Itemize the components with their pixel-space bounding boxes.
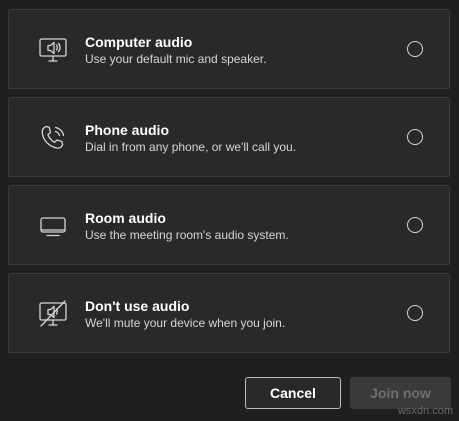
option-description: Use your default mic and speaker.	[85, 52, 267, 66]
option-description: Dial in from any phone, or we'll call yo…	[85, 140, 297, 154]
radio-phone-audio[interactable]	[407, 129, 423, 145]
cancel-button[interactable]: Cancel	[245, 377, 341, 409]
computer-speaker-icon	[37, 34, 69, 66]
option-description: Use the meeting room's audio system.	[85, 228, 289, 242]
no-audio-icon	[37, 298, 69, 330]
option-description: We'll mute your device when you join.	[85, 316, 286, 330]
room-device-icon	[37, 210, 69, 242]
phone-call-icon	[37, 122, 69, 154]
option-phone-audio[interactable]: Phone audio Dial in from any phone, or w…	[8, 97, 450, 177]
option-computer-audio[interactable]: Computer audio Use your default mic and …	[8, 9, 450, 89]
audio-options-list: Computer audio Use your default mic and …	[8, 9, 450, 361]
watermark: wsxdn.com	[397, 405, 453, 417]
option-title: Room audio	[85, 210, 166, 226]
option-title: Phone audio	[85, 122, 169, 138]
radio-room-audio[interactable]	[407, 217, 423, 233]
option-title: Computer audio	[85, 34, 193, 50]
radio-computer-audio[interactable]	[407, 41, 423, 57]
radio-no-audio[interactable]	[407, 305, 423, 321]
option-room-audio[interactable]: Room audio Use the meeting room's audio …	[8, 185, 450, 265]
option-no-audio[interactable]: Don't use audio We'll mute your device w…	[8, 273, 450, 353]
option-title: Don't use audio	[85, 298, 190, 314]
